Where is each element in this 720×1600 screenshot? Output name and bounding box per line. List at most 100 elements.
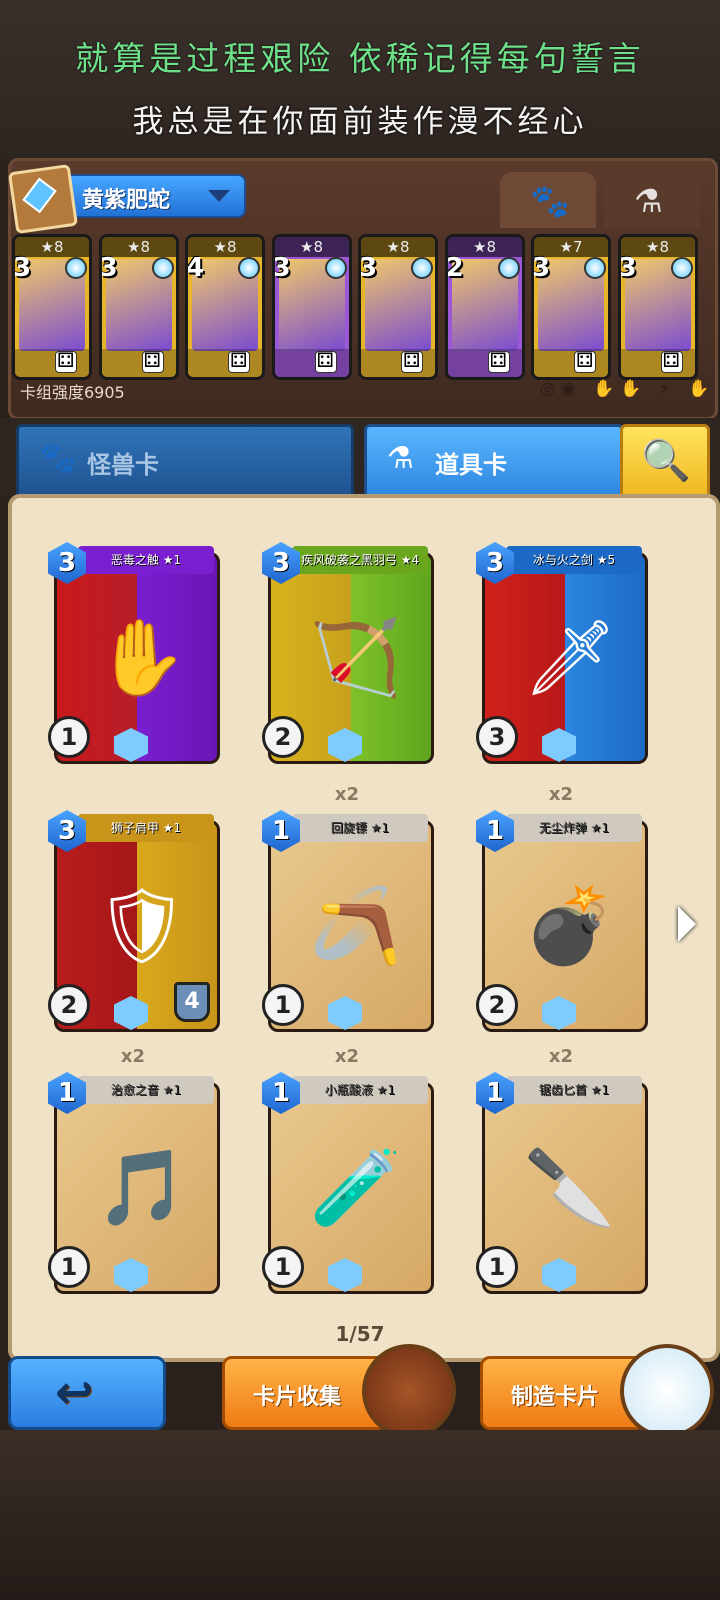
card-cost: 3 xyxy=(359,253,378,283)
dice-icon xyxy=(314,348,337,373)
card-attack: 1 xyxy=(476,1246,518,1288)
dice-icon xyxy=(574,348,596,373)
gem-icon xyxy=(151,257,174,279)
deck-filter-icons[interactable]: ◎◉ ✋✋ ⚡ ✋ xyxy=(540,379,715,399)
card-name: 治愈之音 ★1 xyxy=(78,1076,214,1104)
card-name: 恶毒之触 ★1 xyxy=(78,546,214,574)
deck-card[interactable]: ★8 3 xyxy=(271,234,352,380)
item-card[interactable]: ✋ 恶毒之触 ★1 3 1 xyxy=(48,538,220,764)
gem-icon xyxy=(238,257,260,279)
tab-item-label: 道具卡 xyxy=(435,451,507,479)
gem-icon xyxy=(65,257,87,279)
chevron-down-icon xyxy=(208,190,230,202)
deck-card[interactable]: ★7 3 xyxy=(531,234,611,380)
card-bottom xyxy=(534,348,608,377)
dice-icon xyxy=(141,348,164,373)
deck-card[interactable]: ★8 3 xyxy=(12,234,92,380)
item-card[interactable]: x2 🪃 回旋镖 ★1 1 1 xyxy=(262,784,434,1032)
paw-icon: 🐾 xyxy=(530,182,570,220)
dice-icon xyxy=(401,348,423,373)
card-bottom xyxy=(361,348,435,377)
card-art-icon: 🏹 xyxy=(309,615,403,701)
card-attack: 1 xyxy=(262,984,304,1026)
deck-name: 黄紫肥蛇 xyxy=(82,188,171,213)
gem-icon xyxy=(670,257,693,279)
next-page-arrow-icon[interactable] xyxy=(676,902,700,946)
potion-icon: ⚗ xyxy=(634,182,663,220)
page-indicator: 1/57 xyxy=(335,1322,385,1346)
deck-card[interactable]: ★8 3 xyxy=(98,234,179,380)
card-cost: 3 xyxy=(618,253,637,283)
card-bottom xyxy=(15,348,89,377)
card-bottom xyxy=(620,348,695,377)
deck-dropdown[interactable]: 黄紫肥蛇 xyxy=(52,174,246,218)
card-copies: x2 xyxy=(334,1046,360,1067)
tab-item-deck[interactable]: ⚗ xyxy=(604,172,700,228)
dice-icon xyxy=(55,348,77,373)
card-attack: 2 xyxy=(48,984,90,1026)
card-armor: 4 xyxy=(174,982,210,1022)
card-cost: 3 xyxy=(13,253,32,283)
item-card[interactable]: 🏹 疾风破袭之黑羽弓 ★4 3 2 xyxy=(262,538,434,764)
card-cost: 3 xyxy=(99,253,118,283)
card-copies: x2 xyxy=(548,1046,574,1067)
card-cost: 3 xyxy=(272,253,291,283)
card-cost: 3 xyxy=(532,253,551,283)
item-card[interactable]: x2 🔪 锯齿匕首 ★1 1 1 xyxy=(476,1046,648,1294)
search-button[interactable]: 🔍 xyxy=(620,424,710,502)
deck-book-icon xyxy=(7,163,79,235)
card-name: 回旋镖 ★1 xyxy=(292,814,428,842)
card-art-icon: 🛡 xyxy=(95,883,189,969)
gem-icon xyxy=(584,257,606,279)
card-name: 狮子肩甲 ★1 xyxy=(78,814,214,842)
card-art-icon: 🗡 xyxy=(523,615,617,701)
footer-background xyxy=(0,1430,720,1600)
card-cost: 4 xyxy=(186,253,205,283)
potion-icon: ⚗ xyxy=(387,441,414,476)
tab-item-cards[interactable]: ⚗ 道具卡 xyxy=(364,424,624,500)
card-attack: 2 xyxy=(262,716,304,758)
card-art-icon: 💣 xyxy=(523,883,617,969)
deck-card[interactable]: ★8 2 xyxy=(444,234,525,380)
card-copies: x2 xyxy=(548,784,574,805)
card-art-icon: ✋ xyxy=(95,615,189,701)
card-name: 冰与火之剑 ★5 xyxy=(506,546,642,574)
card-art-icon: 🧪 xyxy=(309,1145,403,1231)
card-collection-label: 卡片收集 xyxy=(253,1385,342,1410)
item-card[interactable]: x2 🎵 治愈之音 ★1 1 1 xyxy=(48,1046,220,1294)
search-icon: 🔍 xyxy=(641,438,691,484)
card-bottom xyxy=(101,348,176,377)
card-attack: 2 xyxy=(476,984,518,1026)
deck-card[interactable]: ★8 4 xyxy=(185,234,265,380)
paw-icon: 🐾 xyxy=(39,441,77,476)
tab-monster-label: 怪兽卡 xyxy=(87,451,159,479)
craft-card-icon[interactable] xyxy=(620,1344,714,1438)
tab-monster-deck[interactable]: 🐾 xyxy=(500,172,596,228)
card-attack: 1 xyxy=(48,1246,90,1288)
card-copies: x2 xyxy=(334,784,360,805)
item-card[interactable]: x2 💣 无尘炸弹 ★1 1 2 xyxy=(476,784,648,1032)
deck-card[interactable]: ★8 3 xyxy=(617,234,698,380)
item-card[interactable]: x2 🧪 小瓶酸液 ★1 1 1 xyxy=(262,1046,434,1294)
lyric-line-1: 就算是过程艰险 依稀记得每句誓言 xyxy=(75,39,645,78)
card-art-icon: 🔪 xyxy=(523,1145,617,1231)
card-bottom xyxy=(188,348,262,377)
tab-monster-cards[interactable]: 🐾 怪兽卡 xyxy=(16,424,354,500)
back-button[interactable]: ↩ xyxy=(8,1356,166,1430)
item-card[interactable]: 🛡 狮子肩甲 ★1 3 2 4 xyxy=(48,806,220,1032)
lyric-line-2: 我总是在你面前装作漫不经心 xyxy=(132,104,588,140)
card-bottom xyxy=(447,348,522,377)
item-card[interactable]: 🗡 冰与火之剑 ★5 3 3 xyxy=(476,538,648,764)
card-collection-icon[interactable] xyxy=(362,1344,456,1438)
deck-selector[interactable]: 黄紫肥蛇 xyxy=(7,163,246,235)
card-bottom xyxy=(274,348,349,377)
deck-power-label: 卡组强度6905 xyxy=(20,383,125,402)
deck-card[interactable]: ★8 3 xyxy=(358,234,438,380)
card-attack: 1 xyxy=(48,716,90,758)
dice-icon xyxy=(487,348,510,373)
card-name: 无尘炸弹 ★1 xyxy=(506,814,642,842)
card-art-icon: 🎵 xyxy=(95,1145,189,1231)
card-name: 疾风破袭之黑羽弓 ★4 xyxy=(292,546,428,574)
craft-card-label: 制造卡片 xyxy=(511,1385,600,1410)
card-name: 锯齿匕首 ★1 xyxy=(506,1076,642,1104)
